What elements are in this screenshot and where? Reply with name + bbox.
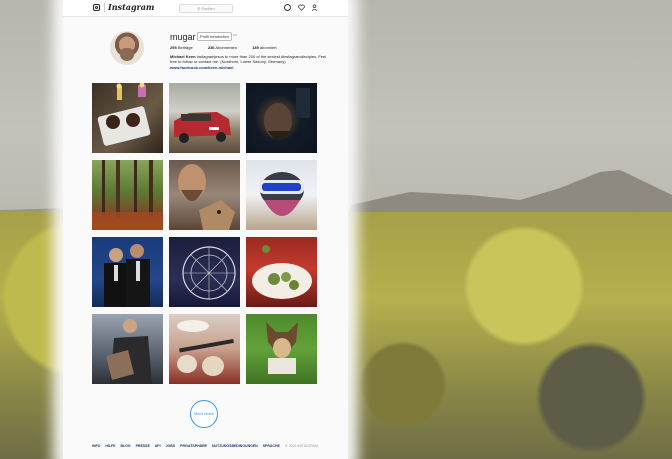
- divider: [104, 3, 105, 12]
- footer-link[interactable]: PRESSE: [136, 444, 150, 448]
- post-desserts-on-table[interactable]: [92, 83, 163, 153]
- search-placeholder: Suchen: [201, 6, 215, 11]
- footer-link[interactable]: NUTZUNGSBEDINGUNGEN: [212, 444, 258, 448]
- posts-count: 295 Beiträge: [170, 45, 193, 50]
- profile-link[interactable]: www.facebook.com/keen.michael: [170, 65, 233, 70]
- post-forest[interactable]: [92, 160, 163, 230]
- post-man-holding-dog[interactable]: [92, 314, 163, 384]
- person-icon[interactable]: [311, 4, 318, 11]
- footer-link[interactable]: PRIVATSPHÄRE: [180, 444, 207, 448]
- post-ferris-wheel[interactable]: [169, 237, 240, 307]
- footer-link[interactable]: API: [155, 444, 161, 448]
- post-grid: [92, 83, 318, 385]
- following-count[interactable]: 189 abonniert: [252, 45, 284, 50]
- copyright: © 2016 INSTAGRAM: [285, 444, 318, 448]
- profile-bio: Michael Keen Instagramjesus to more than…: [170, 54, 330, 70]
- footer-link[interactable]: SPRACHE: [263, 444, 280, 448]
- footer-link[interactable]: JOBS: [166, 444, 176, 448]
- heart-icon[interactable]: [298, 4, 305, 11]
- more-options-icon[interactable]: •••: [233, 32, 237, 37]
- avatar[interactable]: [110, 31, 144, 65]
- bio-name: Michael Keen: [170, 54, 196, 59]
- footer-link[interactable]: BLOG: [120, 444, 130, 448]
- footer-link[interactable]: INFO: [92, 444, 100, 448]
- instagram-page: Instagram ⚲Suchen mugar Profil bearbeite…: [63, 0, 348, 459]
- followers-count[interactable]: 236 Abonnenten: [208, 45, 244, 50]
- search-input[interactable]: ⚲Suchen: [179, 4, 233, 13]
- post-food-plate[interactable]: [246, 237, 317, 307]
- profile-stats: 295 Beiträge 236 Abonnenten 189 abonnier…: [170, 45, 291, 50]
- profile-username: mugar: [170, 32, 196, 42]
- top-navigation: Instagram ⚲Suchen: [63, 0, 348, 17]
- post-man-with-dog[interactable]: [169, 160, 240, 230]
- post-vr-headset[interactable]: [246, 160, 317, 230]
- instagram-icon[interactable]: [93, 4, 100, 11]
- footer-links: INFO HILFE BLOG PRESSE API JOBS PRIVATSP…: [92, 444, 284, 448]
- edit-profile-button[interactable]: Profil bearbeiten: [197, 32, 232, 41]
- load-more-button[interactable]: Mehr laden: [190, 400, 218, 428]
- post-dog-on-grass[interactable]: [246, 314, 317, 384]
- compass-icon[interactable]: [284, 4, 291, 11]
- post-two-men-suits[interactable]: [92, 237, 163, 307]
- footer: INFO HILFE BLOG PRESSE API JOBS PRIVATSP…: [92, 444, 318, 448]
- post-red-car[interactable]: [169, 83, 240, 153]
- footer-link[interactable]: HILFE: [105, 444, 115, 448]
- brand-logo[interactable]: Instagram: [108, 2, 154, 12]
- post-dark-portrait[interactable]: [246, 83, 317, 153]
- post-bread-and-knife[interactable]: [169, 314, 240, 384]
- search-icon: ⚲: [197, 6, 201, 11]
